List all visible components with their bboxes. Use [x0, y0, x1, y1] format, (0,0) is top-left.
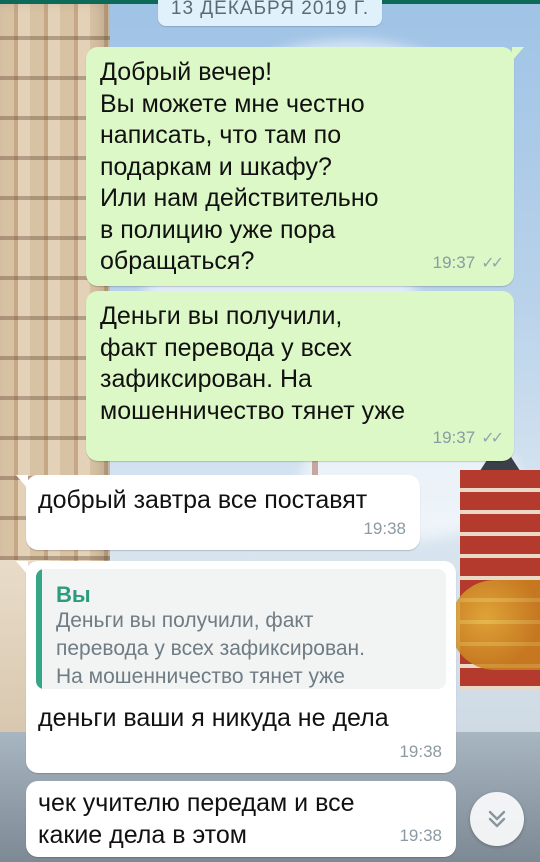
message-bubble-outgoing[interactable]: Деньги вы получили, факт перевода у всех…: [86, 291, 514, 461]
quote-author: Вы: [56, 582, 91, 607]
message-time: 19:37: [432, 252, 476, 272]
quote-accent-bar: [36, 569, 42, 689]
message-bubble-incoming[interactable]: Вы Деньги вы получили, факт перевода у в…: [16, 561, 456, 773]
quote-text: Деньги вы получили, факт перевода у всех…: [56, 609, 365, 688]
message-time: 19:38: [399, 825, 442, 845]
message-text: Добрый вечер! Вы можете мне честно напис…: [100, 58, 379, 275]
message-text: чек учителю передам и все какие дела в э…: [38, 789, 355, 849]
message-bubble-incoming[interactable]: чек учителю передам и все какие дела в э…: [26, 781, 456, 857]
message-bubble-incoming[interactable]: добрый завтра все поставят 19:38: [16, 475, 420, 550]
quoted-message[interactable]: Вы Деньги вы получили, факт перевода у в…: [36, 569, 446, 689]
message-text: Деньги вы получили, факт перевода у всех…: [100, 302, 406, 425]
double-chevron-down-icon: [488, 810, 506, 828]
message-text: добрый завтра все поставят: [38, 486, 368, 514]
message-time: 19:37: [432, 427, 476, 447]
message-text: деньги ваши я никуда не дела: [38, 704, 389, 732]
message-bubble-outgoing[interactable]: Добрый вечер! Вы можете мне честно напис…: [86, 47, 524, 286]
double-check-icon: ✓✓: [481, 427, 504, 447]
message-time: 19:38: [363, 518, 406, 538]
date-separator: 13 ДЕКАБРЯ 2019 Г.: [158, 0, 382, 26]
message-time: 19:38: [399, 741, 442, 761]
double-check-icon: ✓✓: [481, 252, 504, 272]
scroll-to-bottom-button[interactable]: [470, 792, 524, 846]
